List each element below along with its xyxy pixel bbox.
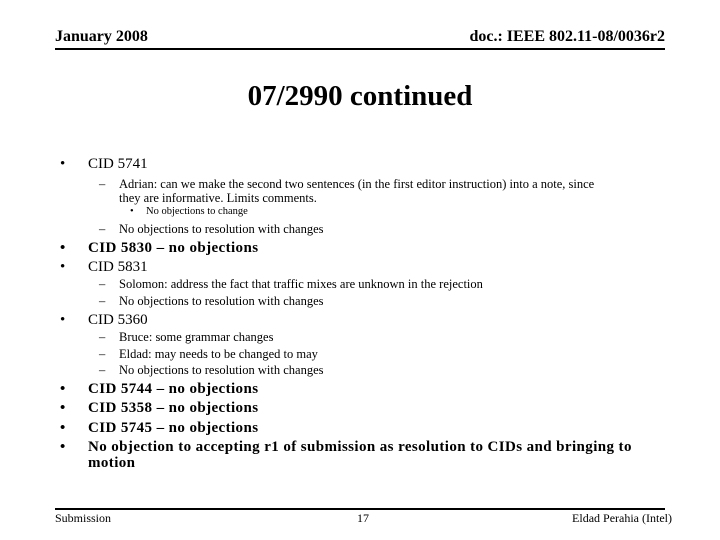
- header-doc-id: doc.: IEEE 802.11-08/0036r2: [469, 28, 665, 45]
- bullet-text: motion: [88, 455, 136, 471]
- bullet-icon: •: [60, 400, 66, 416]
- footer-rule: [55, 508, 665, 510]
- bullet-icon: •: [60, 420, 66, 436]
- header-rule: [55, 48, 665, 50]
- footer-author: Eldad Perahia (Intel): [572, 511, 672, 525]
- dash-icon: –: [99, 222, 106, 236]
- small-bullet-icon: •: [130, 206, 134, 217]
- bullet-icon: •: [60, 439, 66, 455]
- bullet-text: CID 5831: [88, 259, 148, 275]
- sub-bullet-text: No objections to resolution with changes: [119, 222, 324, 236]
- dash-icon: –: [99, 277, 106, 291]
- bullet-text: CID 5741: [88, 156, 148, 172]
- bullet-text: CID 5358 – no objections: [88, 400, 259, 416]
- sub-bullet-text: Bruce: some grammar changes: [119, 330, 274, 344]
- dash-icon: –: [99, 177, 106, 191]
- dash-icon: –: [99, 294, 106, 308]
- sub-bullet-text: Eldad: may needs to be changed to may: [119, 347, 318, 361]
- bullet-text: CID 5830 – no objections: [88, 240, 259, 256]
- bullet-icon: •: [60, 240, 66, 256]
- sub-bullet-text: Solomon: address the fact that traffic m…: [119, 277, 483, 291]
- dash-icon: –: [99, 347, 106, 361]
- sub-sub-bullet-text: No objections to change: [146, 206, 248, 217]
- sub-bullet-text: they are informative. Limits comments.: [119, 191, 317, 205]
- bullet-text: CID 5360: [88, 312, 148, 328]
- bullet-text: CID 5745 – no objections: [88, 420, 259, 436]
- slide-title: 07/2990 continued: [247, 80, 473, 112]
- sub-bullet-text: No objections to resolution with changes: [119, 363, 324, 377]
- bullet-text: CID 5744 – no objections: [88, 381, 259, 397]
- dash-icon: –: [99, 363, 106, 377]
- bullet-text: No objection to accepting r1 of submissi…: [88, 439, 632, 455]
- header-date: January 2008: [55, 28, 148, 45]
- bullet-icon: •: [60, 259, 66, 275]
- sub-bullet-text: No objections to resolution with changes: [119, 294, 324, 308]
- bullet-icon: •: [60, 312, 66, 328]
- dash-icon: –: [99, 330, 106, 344]
- bullet-icon: •: [60, 381, 66, 397]
- bullet-icon: •: [60, 156, 66, 172]
- sub-bullet-text: Adrian: can we make the second two sente…: [119, 177, 595, 191]
